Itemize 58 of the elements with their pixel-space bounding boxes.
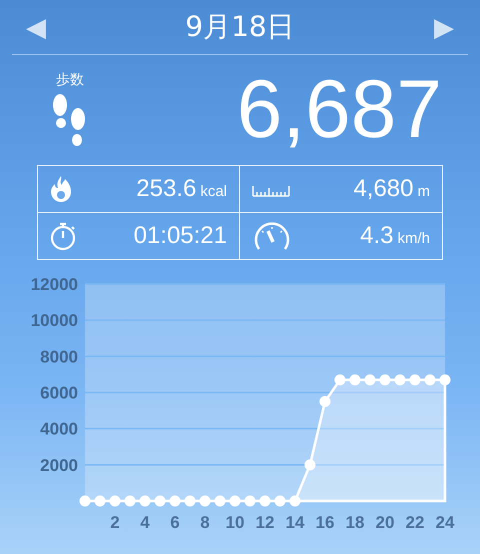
x-tick-label: 10	[226, 513, 244, 532]
data-point	[260, 496, 270, 506]
y-tick-label: 8000	[40, 347, 78, 366]
date-title: 9月18日	[185, 9, 295, 45]
stat-value: 01:05:21	[134, 222, 227, 250]
data-point	[320, 396, 330, 408]
data-point	[410, 374, 420, 386]
x-tick-label: 4	[140, 513, 150, 532]
data-point	[140, 496, 150, 506]
data-point	[304, 459, 316, 470]
data-point	[214, 496, 226, 506]
speedometer-icon	[252, 221, 292, 251]
data-point	[80, 496, 90, 506]
data-point	[154, 496, 166, 506]
x-tick-label: 18	[346, 513, 364, 532]
x-tick-label: 20	[376, 513, 394, 532]
steps-count: 6,687	[236, 63, 442, 157]
x-tick-label: 12	[256, 513, 274, 532]
data-point	[124, 496, 136, 506]
y-tick-label: 6000	[40, 384, 78, 402]
stat-value: 253.6	[136, 175, 196, 203]
data-point	[244, 496, 256, 506]
data-point	[380, 374, 390, 386]
stat-value: 4,680	[353, 175, 414, 203]
data-point	[110, 496, 120, 506]
data-point	[274, 496, 286, 506]
data-point	[290, 496, 300, 506]
x-tick-label: 8	[200, 513, 210, 532]
data-point	[334, 374, 346, 386]
stopwatch-icon	[50, 221, 76, 251]
y-tick-label: 4000	[40, 420, 78, 439]
previous-day-button[interactable]: ◀	[12, 12, 60, 42]
data-point	[424, 374, 436, 386]
data-point	[230, 496, 240, 506]
stat-unit: m	[418, 183, 430, 200]
data-point	[440, 374, 450, 386]
data-point	[350, 374, 360, 386]
y-tick-label: 10000	[30, 311, 78, 330]
y-tick-label: 12000	[30, 276, 78, 294]
data-point	[94, 496, 106, 506]
data-point	[394, 374, 406, 386]
x-tick-label: 24	[436, 513, 454, 532]
stat-unit: km/h	[397, 230, 430, 247]
x-tick-label: 22	[406, 513, 424, 532]
next-day-button[interactable]: ▶	[420, 12, 468, 42]
data-point	[364, 374, 376, 386]
data-point	[170, 496, 180, 506]
data-point	[184, 496, 196, 506]
x-tick-label: 6	[170, 513, 180, 532]
flame-icon	[50, 174, 72, 204]
steps-label: 歩数	[56, 71, 84, 89]
data-point	[200, 496, 210, 506]
y-tick-label: 2000	[40, 456, 78, 475]
x-tick-label: 14	[286, 513, 304, 532]
stat-value: 4.3	[360, 222, 394, 250]
x-tick-label: 2	[110, 513, 120, 532]
stat-unit: kcal	[200, 183, 227, 200]
x-tick-label: 16	[316, 513, 334, 532]
